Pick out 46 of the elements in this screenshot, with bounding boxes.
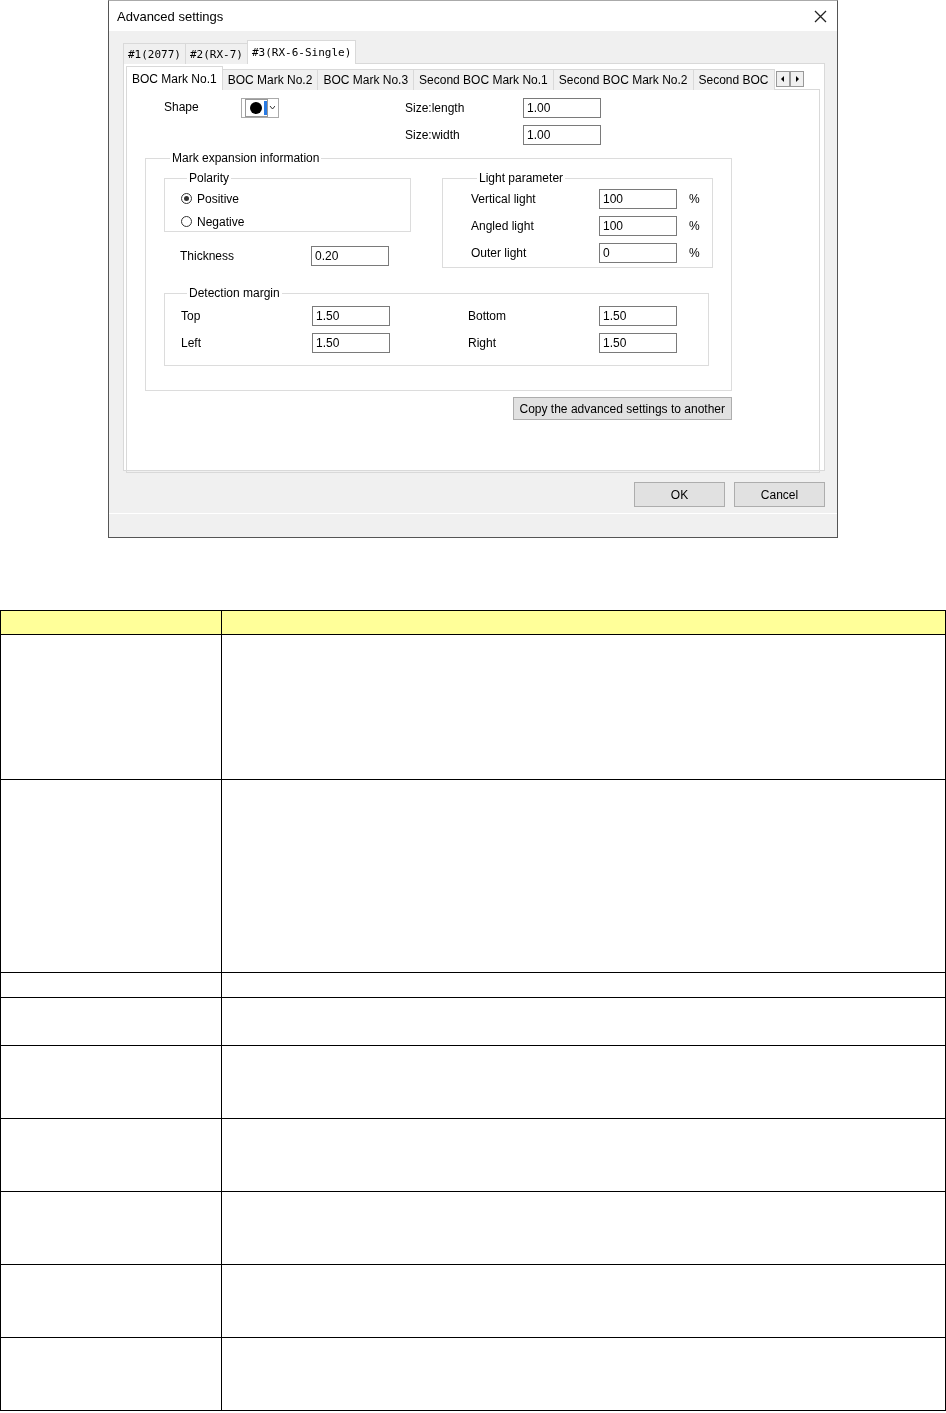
margin-label: Left bbox=[181, 336, 202, 350]
margin-label: Top bbox=[181, 309, 202, 323]
margin-label: Bottom bbox=[468, 309, 507, 323]
group-title: Mark expansion information bbox=[171, 151, 321, 165]
shape-label: Shape bbox=[164, 99, 200, 114]
mark-tab[interactable]: Second BOC Mark No.1 bbox=[413, 69, 554, 90]
percent-unit: % bbox=[689, 191, 700, 206]
thickness-label: Thickness bbox=[180, 249, 236, 263]
radio-option[interactable]: Negative bbox=[181, 210, 410, 233]
light-field[interactable]: 100 bbox=[599, 188, 677, 209]
margin-field[interactable]: 1.50 bbox=[599, 333, 677, 353]
mark-tab[interactable]: BOC Mark No.2 bbox=[221, 69, 319, 90]
model-tab[interactable]: #3(RX-6-Single) bbox=[246, 40, 357, 64]
size-label: Size:width bbox=[405, 128, 461, 142]
copy-settings-button[interactable]: Copy the advanced settings to another bbox=[512, 397, 732, 420]
size-field[interactable]: 1.00 bbox=[523, 98, 601, 118]
dialog-button[interactable]: OK bbox=[634, 482, 725, 507]
close-icon[interactable] bbox=[814, 9, 827, 23]
margin-field[interactable]: 1.50 bbox=[599, 306, 677, 326]
size-label: Size:length bbox=[405, 101, 466, 115]
mark-tab[interactable]: Second BOC bbox=[692, 69, 775, 90]
light-label: Angled light bbox=[471, 218, 535, 233]
model-tab[interactable]: #2(RX-7) bbox=[185, 43, 248, 64]
percent-unit: % bbox=[689, 245, 700, 260]
margin-field[interactable]: 1.50 bbox=[312, 306, 390, 326]
percent-unit: % bbox=[689, 218, 700, 233]
size-field[interactable]: 1.00 bbox=[523, 125, 601, 145]
mark-tab[interactable]: BOC Mark No.3 bbox=[317, 69, 415, 90]
group-title: Polarity bbox=[188, 171, 230, 185]
light-field[interactable]: 100 bbox=[599, 215, 677, 236]
group-title: Detection margin bbox=[188, 286, 281, 300]
radio-option[interactable]: Positive bbox=[181, 187, 410, 210]
dialog-button[interactable]: Cancel bbox=[734, 482, 825, 507]
light-field[interactable]: 0 bbox=[599, 242, 677, 263]
margin-field[interactable]: 1.50 bbox=[312, 333, 390, 353]
thickness-field[interactable]: 0.20 bbox=[311, 246, 389, 266]
mark-tab[interactable]: Second BOC Mark No.2 bbox=[552, 69, 694, 90]
mark-tab[interactable]: BOC Mark No.1 bbox=[126, 66, 223, 90]
group-title: Light parameter bbox=[478, 171, 565, 185]
scroll-left-icon[interactable] bbox=[775, 71, 790, 87]
shape-dropdown[interactable] bbox=[241, 98, 279, 118]
margin-label: Right bbox=[468, 336, 497, 350]
light-label: Outer light bbox=[471, 245, 528, 260]
light-label: Vertical light bbox=[471, 191, 537, 206]
window-title: Advanced settings bbox=[117, 8, 224, 24]
model-tab[interactable]: #1(2077) bbox=[123, 43, 186, 64]
